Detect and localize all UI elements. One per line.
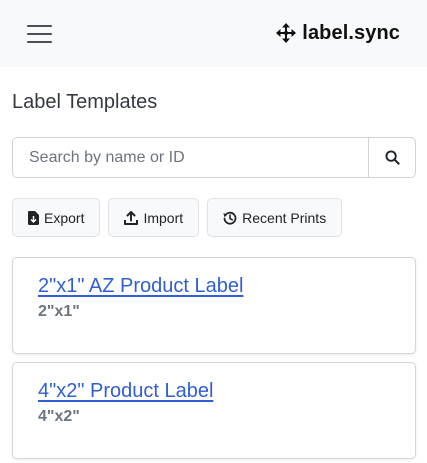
menu-bar bbox=[27, 41, 52, 43]
action-toolbar: Export Import Recent Prints bbox=[12, 198, 343, 237]
upload-icon bbox=[124, 210, 139, 225]
search-group bbox=[12, 137, 416, 178]
recent-prints-label: Recent Prints bbox=[242, 209, 327, 226]
template-size: 2"x1" bbox=[38, 303, 80, 320]
import-button[interactable]: Import bbox=[108, 198, 200, 237]
recent-prints-button[interactable]: Recent Prints bbox=[207, 198, 343, 237]
menu-bar bbox=[27, 25, 52, 27]
template-size: 4"x2" bbox=[38, 408, 80, 425]
export-button[interactable]: Export bbox=[12, 198, 101, 237]
template-card: 4"x2" Product Label 4"x2" bbox=[12, 362, 416, 459]
page-title: Label Templates bbox=[12, 91, 158, 113]
template-card: 2"x1" AZ Product Label 2"x1" bbox=[12, 257, 416, 354]
search-button[interactable] bbox=[368, 137, 416, 178]
export-label: Export bbox=[44, 209, 85, 226]
import-label: Import bbox=[143, 209, 184, 226]
file-export-icon bbox=[28, 210, 39, 225]
template-name-link[interactable]: 2"x1" AZ Product Label bbox=[38, 275, 243, 298]
menu-toggle-button[interactable] bbox=[27, 23, 52, 45]
menu-bar bbox=[27, 33, 52, 35]
brand-logo-link[interactable]: label.sync bbox=[276, 20, 400, 46]
brand-name: label.sync bbox=[302, 21, 400, 44]
arrows-move-icon bbox=[276, 23, 297, 43]
search-icon bbox=[384, 150, 400, 165]
top-navbar: label.sync bbox=[0, 0, 427, 67]
template-name-link[interactable]: 4"x2" Product Label bbox=[38, 380, 213, 403]
search-input[interactable] bbox=[12, 137, 368, 178]
history-icon bbox=[223, 211, 237, 225]
